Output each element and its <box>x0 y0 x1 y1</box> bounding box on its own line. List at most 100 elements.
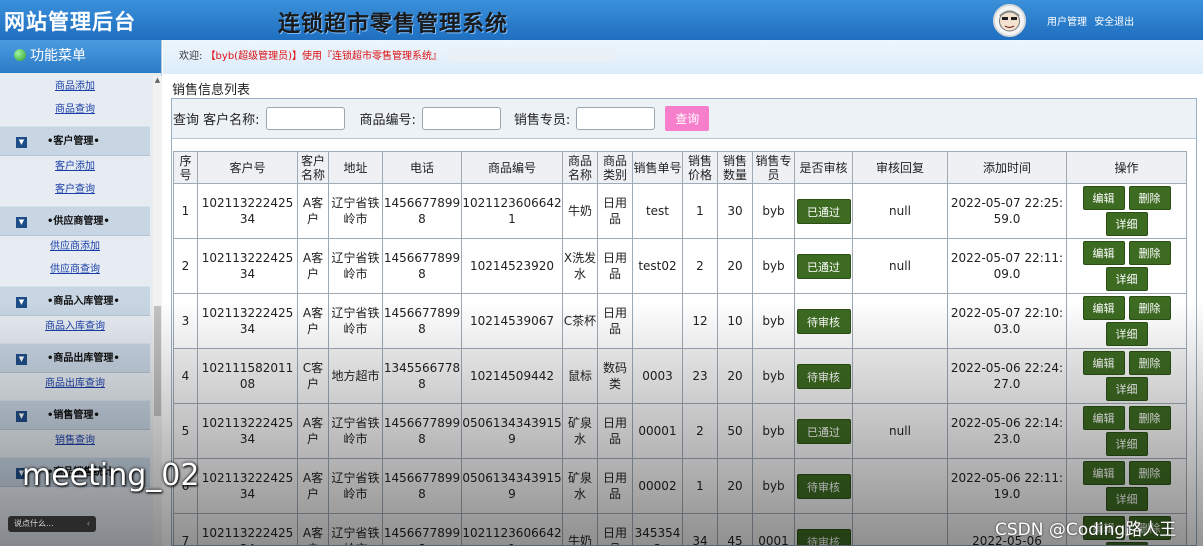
avatar[interactable] <box>993 4 1026 37</box>
delete-button[interactable]: 删除 <box>1128 461 1171 485</box>
sidebar-group-label: •商品入库管理• <box>47 296 120 307</box>
column-header: 地址 <box>328 151 383 184</box>
audit-status-button[interactable]: 待审核 <box>796 363 851 389</box>
delete-button[interactable]: 删除 <box>1128 406 1171 430</box>
sidebar-link[interactable]: 客户查询 <box>0 181 150 204</box>
detail-button[interactable]: 详细 <box>1105 542 1148 545</box>
cell-reply <box>852 458 948 514</box>
sidebar-group-label: •销售管理• <box>47 410 100 421</box>
detail-button[interactable]: 详细 <box>1105 212 1148 236</box>
cell-idx: 4 <box>173 348 198 404</box>
cell-time: 2022-05-07 22:11:09.0 <box>947 238 1067 294</box>
logout-link[interactable]: 安全退出 <box>1094 17 1134 28</box>
blurred-text <box>445 48 616 62</box>
audit-status-button[interactable]: 已通过 <box>796 198 851 224</box>
delete-button[interactable]: 删除 <box>1128 296 1171 320</box>
sidebar-group[interactable]: ▼ •商品入库管理• <box>0 286 150 316</box>
sidebar-link[interactable]: 商品出库查询 <box>0 375 150 398</box>
edit-button[interactable]: 编辑 <box>1082 296 1125 320</box>
cell-code: 10214523920 <box>461 238 563 294</box>
detail-button[interactable]: 详细 <box>1105 432 1148 456</box>
search-button[interactable]: 查询 <box>665 106 710 131</box>
audit-status-button[interactable]: 待审核 <box>796 528 851 545</box>
delete-button[interactable]: 删除 <box>1128 351 1171 375</box>
welcome-system: 使用『连锁超市零售管理系统』 <box>301 51 442 62</box>
expand-icon: ▼ <box>16 411 27 422</box>
cell-qty: 10 <box>717 293 753 349</box>
cell-idx: 1 <box>173 183 198 239</box>
audit-status-button[interactable]: 待审核 <box>796 473 851 499</box>
cell-seller: byb <box>752 458 795 514</box>
cell-price: 12 <box>682 293 718 349</box>
cell-actions: 编辑删除详细 <box>1066 348 1187 404</box>
cell-seller: byb <box>752 403 795 459</box>
audit-status-button[interactable]: 已通过 <box>796 418 851 444</box>
sidebar-group[interactable]: ▼ •供应商管理• <box>0 206 150 236</box>
cell-cust-name: A客户 <box>297 403 329 459</box>
cell-price: 2 <box>682 238 718 294</box>
column-header: 客户名称 <box>297 151 329 184</box>
menu-title: 功能菜单 <box>30 48 86 64</box>
product-code-input[interactable] <box>421 107 501 130</box>
detail-button[interactable]: 详细 <box>1105 487 1148 511</box>
top-header: 网站管理后台 连锁超市零售管理系统 用户管理 安全退出 <box>0 0 1203 40</box>
cell-actions: 编辑删除详细 <box>1066 238 1187 294</box>
cell-cust-no: 10211322242534 <box>197 513 298 545</box>
scroll-up-icon[interactable]: ▲ <box>153 76 162 84</box>
customer-name-input[interactable] <box>265 107 345 130</box>
sidebar-group[interactable]: ▼ •客户管理• <box>0 126 150 156</box>
cell-name: C茶杯 <box>562 293 598 349</box>
site-title: 网站管理后台 <box>4 10 136 34</box>
cell-qty: 30 <box>717 183 753 239</box>
cell-status: 已通过 <box>794 238 853 294</box>
cell-cust-name: A客户 <box>297 458 329 514</box>
edit-button[interactable]: 编辑 <box>1082 351 1125 375</box>
cell-price: 1 <box>682 458 718 514</box>
edit-button[interactable]: 编辑 <box>1082 186 1125 210</box>
cell-qty: 45 <box>717 513 753 545</box>
detail-button[interactable]: 详细 <box>1105 267 1148 291</box>
sales-table: 序号 客户号 客户名称 地址 电话 商品编号 商品名称 商品类别 销售单号 销售价格 销售数量 销售专… <box>173 151 1187 545</box>
chevron-left-icon[interactable]: ‹ <box>87 516 90 532</box>
cell-actions: 编辑删除详细 <box>1066 183 1187 239</box>
sidebar-menu-list: 商品添加 商品查询 ▼ •客户管理• 客户添加 客户查询 ▼ •供应商管理• 供应商添加 供应商查… <box>0 78 150 489</box>
table-row: 2 10211322242534 A客户 辽宁省铁岭市 14566778998 10214… <box>173 238 1187 294</box>
scrollbar-thumb[interactable] <box>154 306 161 416</box>
sidebar-link[interactable]: 商品入库查询 <box>0 318 150 341</box>
cell-addr: 辽宁省铁岭市 <box>328 513 383 545</box>
column-header: 是否审核 <box>794 151 853 184</box>
sidebar-link[interactable]: 供应商查询 <box>0 261 150 284</box>
chat-input-toast[interactable]: 说点什么... ‹ <box>8 516 96 532</box>
cell-code: 05061343439159 <box>461 403 563 459</box>
sidebar-link[interactable]: 商品查询 <box>0 101 150 124</box>
cell-reply: null <box>852 183 948 239</box>
edit-button[interactable]: 编辑 <box>1082 461 1125 485</box>
detail-button[interactable]: 详细 <box>1105 322 1148 346</box>
sidebar-link[interactable]: 销售查询 <box>0 432 150 455</box>
sidebar-link[interactable]: 供应商添加 <box>0 238 150 261</box>
sidebar-group[interactable]: ▼ •商品出库管理• <box>0 343 150 373</box>
avatar-face-icon <box>999 10 1020 32</box>
table-row: 1 10211322242534 A客户 辽宁省铁岭市 14566778998 10211… <box>173 183 1187 239</box>
cell-phone: 14566778998 <box>382 293 462 349</box>
cell-price: 2 <box>682 403 718 459</box>
user-management-link[interactable]: 用户管理 <box>1047 17 1087 28</box>
sidebar-group[interactable]: ▼ •销售管理• <box>0 400 150 430</box>
column-header: 销售价格 <box>682 151 718 184</box>
seller-input[interactable] <box>576 107 656 130</box>
edit-button[interactable]: 编辑 <box>1082 241 1125 265</box>
sidebar-link[interactable]: 客户添加 <box>0 158 150 181</box>
cell-phone: 14566778998 <box>382 238 462 294</box>
table-row: 4 10211158201108 C客户 地方超市 13455667788 1021450… <box>173 348 1187 404</box>
sidebar-link[interactable]: 商品添加 <box>0 78 150 101</box>
column-header: 序号 <box>173 151 198 184</box>
edit-button[interactable]: 编辑 <box>1082 406 1125 430</box>
delete-button[interactable]: 删除 <box>1128 186 1171 210</box>
cell-phone: 13455667788 <box>382 348 462 404</box>
cell-time: 2022-05-07 22:10:03.0 <box>947 293 1067 349</box>
delete-button[interactable]: 删除 <box>1128 241 1171 265</box>
audit-status-button[interactable]: 已通过 <box>796 253 851 279</box>
audit-status-button[interactable]: 待审核 <box>796 308 851 334</box>
column-header: 销售单号 <box>632 151 683 184</box>
detail-button[interactable]: 详细 <box>1105 377 1148 401</box>
